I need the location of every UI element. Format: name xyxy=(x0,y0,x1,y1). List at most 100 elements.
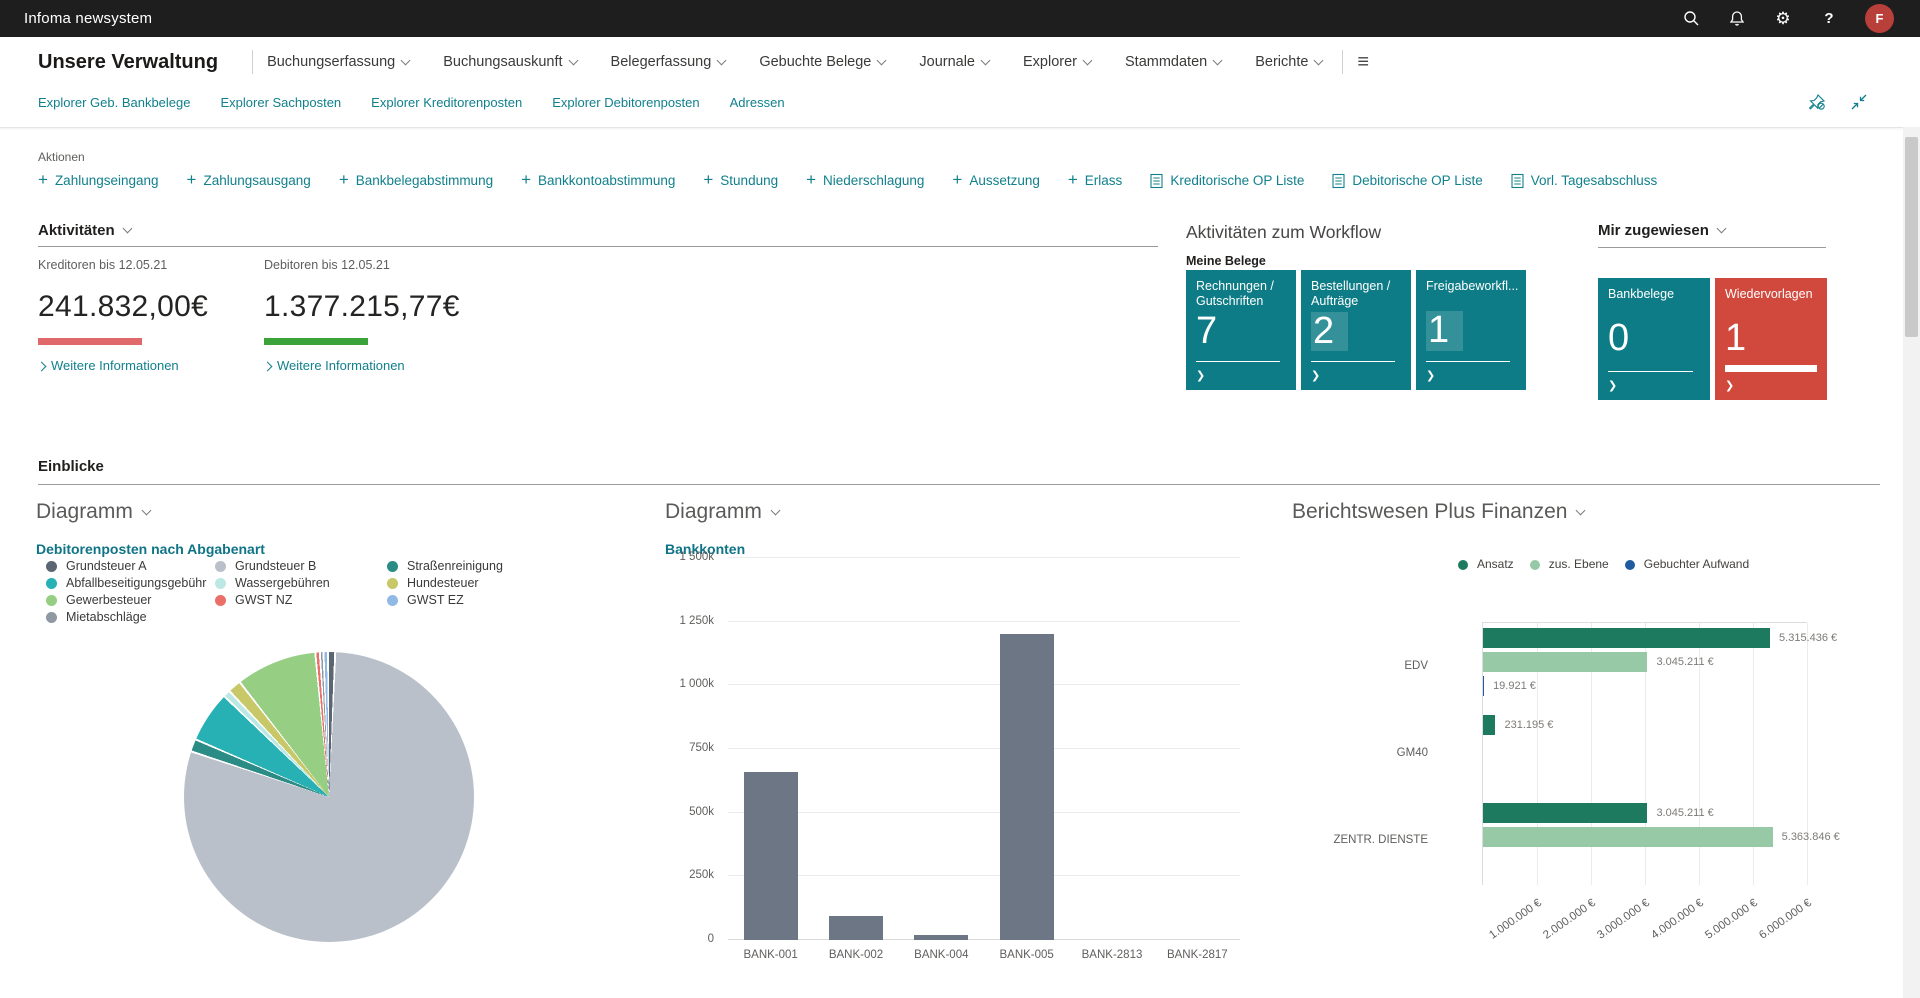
chevron-right-icon xyxy=(37,362,47,372)
scrollbar-thumb[interactable] xyxy=(1905,137,1918,337)
nav-item-berichte[interactable]: Berichte xyxy=(1255,54,1322,70)
action-stundung[interactable]: +Stundung xyxy=(703,172,778,189)
action-bankbelegabstimmung[interactable]: +Bankbelegabstimmung xyxy=(339,172,493,189)
role-center-title[interactable]: Unsere Verwaltung xyxy=(38,51,218,74)
x-axis-label: BANK-004 xyxy=(914,949,968,961)
plus-icon: + xyxy=(339,171,349,188)
legend-item: Gewerbesteuer xyxy=(46,594,215,607)
bar xyxy=(914,935,968,940)
activities-title: Aktivitäten xyxy=(38,222,115,239)
action-niederschlagung[interactable]: +Niederschlagung xyxy=(806,172,924,189)
assigned-title: Mir zugewiesen xyxy=(1598,222,1709,239)
chevron-down-icon xyxy=(141,505,151,515)
app-title: Infoma newsystem xyxy=(24,10,152,27)
kpi-0: Kreditoren bis 12.05.21241.832,00€Weiter… xyxy=(38,258,264,373)
x-axis-label: BANK-2813 xyxy=(1082,949,1143,961)
plus-icon: + xyxy=(187,171,197,188)
action-erlass[interactable]: +Erlass xyxy=(1068,172,1122,189)
kpi-color-bar xyxy=(38,338,142,345)
hbar-chart-header[interactable]: Berichtswesen Plus Finanzen xyxy=(1292,500,1584,524)
nav-item-journale[interactable]: Journale xyxy=(919,54,989,70)
scrollbar-track[interactable] xyxy=(1903,127,1920,998)
kpi-more-link[interactable]: Weitere Informationen xyxy=(38,358,264,373)
ribbon-link[interactable]: Adressen xyxy=(730,95,785,110)
nav-item-stammdaten[interactable]: Stammdaten xyxy=(1125,54,1221,70)
legend-label: Wassergebühren xyxy=(235,577,330,590)
y-axis-label: 1 000k xyxy=(679,678,714,690)
chevron-right-icon: ❯ xyxy=(1311,369,1320,382)
avatar[interactable]: F xyxy=(1865,4,1894,33)
action-kreditorische-op-liste[interactable]: Kreditorische OP Liste xyxy=(1150,173,1304,189)
tile-bestellungen-auftr-ge[interactable]: Bestellungen / Aufträge2❯ xyxy=(1301,270,1411,390)
x-axis-label: BANK-2817 xyxy=(1167,949,1228,961)
legend-item: Grundsteuer A xyxy=(46,560,215,573)
bell-icon[interactable] xyxy=(1727,9,1747,29)
ribbon-link[interactable]: Explorer Geb. Bankbelege xyxy=(38,95,190,110)
tile-rechnungen-gutschriften[interactable]: Rechnungen / Gutschriften7❯ xyxy=(1186,270,1296,390)
tile-freigabeworkfl-[interactable]: Freigabeworkfl...1❯ xyxy=(1416,270,1526,390)
legend-dot xyxy=(215,595,226,606)
legend-dot xyxy=(1625,560,1635,570)
action-label: Stundung xyxy=(720,173,778,188)
insights-header: Einblicke xyxy=(38,458,104,475)
action-vorl-tagesabschluss[interactable]: Vorl. Tagesabschluss xyxy=(1511,173,1658,189)
action-bankkontoabstimmung[interactable]: +Bankkontoabstimmung xyxy=(521,172,675,189)
plus-icon: + xyxy=(521,171,531,188)
chevron-down-icon xyxy=(1083,55,1093,65)
nav-item-explorer[interactable]: Explorer xyxy=(1023,54,1091,70)
action-label: Debitorische OP Liste xyxy=(1352,173,1482,188)
nav-item-gebuchte-belege[interactable]: Gebuchte Belege xyxy=(759,54,885,70)
kpi-link-label: Weitere Informationen xyxy=(51,358,179,373)
legend-item: Straßenreinigung xyxy=(387,560,547,573)
bar-value-label: 3.045.211 € xyxy=(1656,656,1713,668)
menu-icon[interactable]: ≡ xyxy=(1357,52,1369,72)
action-debitorische-op-liste[interactable]: Debitorische OP Liste xyxy=(1332,173,1482,189)
app-window: Infoma newsystem ⚙ ? F Unsere Verwaltung… xyxy=(0,0,1920,998)
report-icon xyxy=(1332,173,1345,189)
chevron-down-icon xyxy=(1213,55,1223,65)
actions-label: Aktionen xyxy=(38,150,85,164)
grid-line: 750k xyxy=(728,748,1240,749)
kpi-more-link[interactable]: Weitere Informationen xyxy=(264,358,490,373)
gear-icon[interactable]: ⚙ xyxy=(1773,9,1793,29)
hbar-legend: Ansatzzus. EbeneGebuchter Aufwand xyxy=(1458,558,1749,571)
pie-chart-header[interactable]: Diagramm xyxy=(36,500,150,524)
tile-label: Bestellungen / Aufträge xyxy=(1311,279,1401,309)
chevron-down-icon xyxy=(122,224,132,234)
kpi-value[interactable]: 1.377.215,77€ xyxy=(264,290,490,324)
collapse-icon[interactable] xyxy=(1850,93,1868,116)
legend-label: Grundsteuer A xyxy=(66,560,147,573)
ribbon-link[interactable]: Explorer Kreditorenposten xyxy=(371,95,522,110)
search-icon[interactable] xyxy=(1681,9,1701,29)
nav-item-belegerfassung[interactable]: Belegerfassung xyxy=(611,54,726,70)
unpin-icon[interactable] xyxy=(1808,93,1826,116)
ribbon-link[interactable]: Explorer Debitorenposten xyxy=(552,95,699,110)
help-icon[interactable]: ? xyxy=(1819,9,1839,29)
activities-header[interactable]: Aktivitäten xyxy=(38,222,131,239)
tile-bankbelege[interactable]: Bankbelege0❯ xyxy=(1598,278,1710,400)
kpi-color-bar xyxy=(264,338,368,345)
tile-wiedervorlagen[interactable]: Wiedervorlagen1❯ xyxy=(1715,278,1827,400)
bar-chart-header[interactable]: Diagramm xyxy=(665,500,779,524)
ribbon-link[interactable]: Explorer Sachposten xyxy=(220,95,341,110)
legend-label: GWST NZ xyxy=(235,594,292,607)
kpi-value[interactable]: 241.832,00€ xyxy=(38,290,264,324)
y-axis-label: 1 250k xyxy=(679,615,714,627)
nav-item-buchungserfassung[interactable]: Buchungserfassung xyxy=(267,54,409,70)
action-zahlungsausgang[interactable]: +Zahlungsausgang xyxy=(187,172,311,189)
nav-item-buchungsauskunft[interactable]: Buchungsauskunft xyxy=(443,54,576,70)
assigned-header[interactable]: Mir zugewiesen xyxy=(1598,222,1725,239)
chevron-down-icon xyxy=(568,55,578,65)
tile-count: 1 xyxy=(1725,319,1746,359)
legend-dot xyxy=(1530,560,1540,570)
tile-underline xyxy=(1608,371,1693,372)
action-label: Vorl. Tagesabschluss xyxy=(1531,173,1658,188)
tile-label: Wiedervorlagen xyxy=(1725,287,1817,316)
action-aussetzung[interactable]: +Aussetzung xyxy=(952,172,1039,189)
chevron-down-icon xyxy=(717,55,727,65)
kpi-link-label: Weitere Informationen xyxy=(277,358,405,373)
action-zahlungseingang[interactable]: +Zahlungseingang xyxy=(38,172,159,189)
grid-line: 500k xyxy=(728,812,1240,813)
chevron-right-icon xyxy=(263,362,273,372)
chevron-down-icon xyxy=(1314,55,1324,65)
